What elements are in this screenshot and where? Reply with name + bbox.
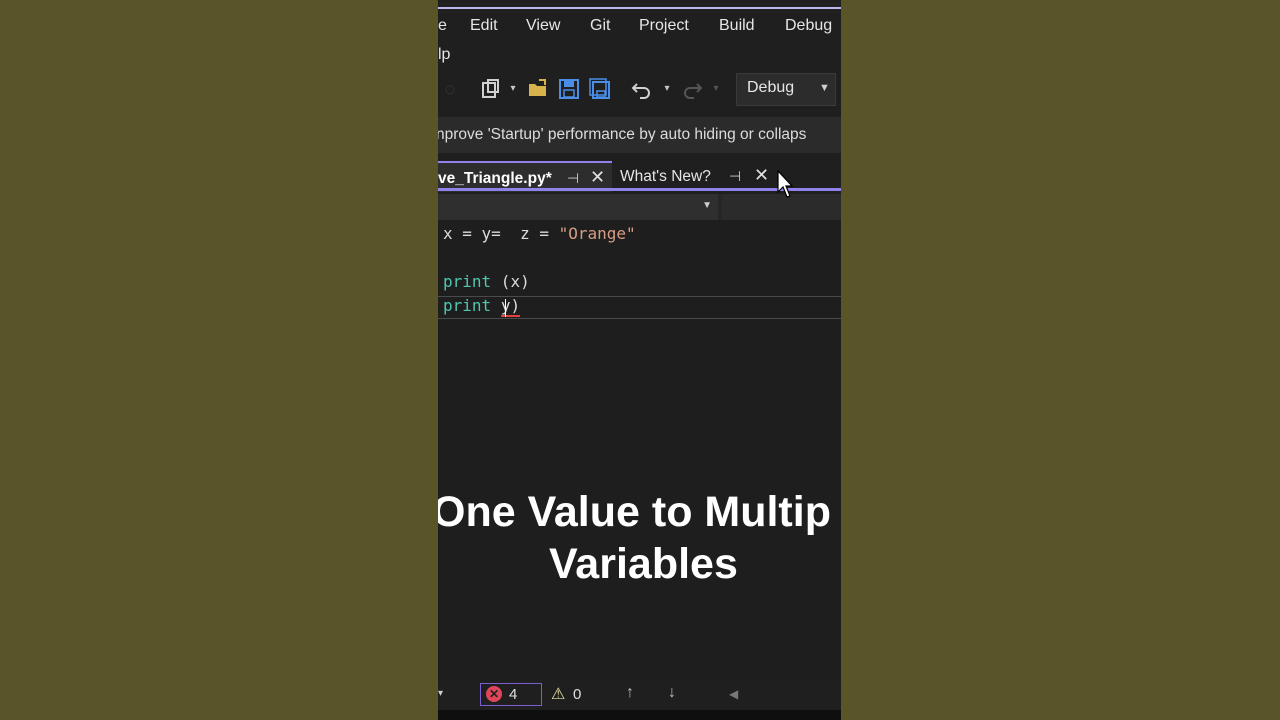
- error-count: 4: [509, 686, 518, 703]
- tab-whats-new[interactable]: What's New? ⊣ ✕: [612, 161, 772, 191]
- arrow-down-icon[interactable]: ↓: [668, 684, 676, 702]
- mouse-pointer-icon: [777, 169, 794, 205]
- error-count-button[interactable]: ✕ 4: [480, 683, 542, 706]
- nav-back-icon[interactable]: ◌: [440, 78, 460, 100]
- code-line-3: print y): [443, 294, 521, 318]
- chevron-down-icon: ▼: [819, 82, 830, 94]
- video-caption: One Value to Multip Variables: [438, 486, 841, 596]
- tab-label: ve_Triangle.py*: [438, 170, 552, 187]
- configuration-label: Debug: [747, 79, 795, 96]
- code-text: x = y= z =: [443, 224, 559, 243]
- warning-icon[interactable]: ⚠: [551, 684, 565, 704]
- code-line-2: print (x): [443, 270, 530, 294]
- new-project-dropdown-icon[interactable]: ▾: [508, 78, 518, 100]
- menu-build[interactable]: Build: [719, 17, 755, 35]
- text-caret: [505, 299, 506, 317]
- pin-icon[interactable]: ⊣: [567, 170, 579, 187]
- save-all-icon[interactable]: [589, 78, 611, 100]
- menu-git[interactable]: Git: [590, 17, 610, 35]
- redo-icon[interactable]: [681, 78, 703, 100]
- menu-view[interactable]: View: [526, 17, 560, 35]
- open-folder-icon[interactable]: [527, 78, 549, 100]
- code-editor[interactable]: x = y= z = "Orange" print (x) print y): [438, 220, 841, 680]
- save-icon[interactable]: [558, 78, 580, 100]
- chevron-down-icon: ▼: [702, 200, 712, 211]
- keyword: print: [443, 272, 492, 291]
- undo-icon[interactable]: [631, 78, 653, 100]
- info-bar-message: nprove 'Startup' performance by auto hid…: [438, 126, 807, 143]
- status-bar: ▾ ✕ 4 ⚠ 0 ↑ ↓ ◀: [438, 680, 841, 710]
- menu-project[interactable]: Project: [639, 17, 689, 35]
- keyword: print: [443, 296, 492, 315]
- close-icon[interactable]: ✕: [590, 167, 605, 188]
- menu-debug[interactable]: Debug: [785, 17, 832, 35]
- arrow-up-icon[interactable]: ↑: [626, 684, 634, 702]
- error-icon: ✕: [486, 686, 502, 702]
- scroll-left-icon[interactable]: ◀: [729, 687, 738, 701]
- status-dropdown-icon[interactable]: ▾: [438, 688, 443, 699]
- status-bar-bottom-edge: [438, 710, 841, 720]
- menu-file[interactable]: e: [438, 17, 447, 35]
- info-bar: nprove 'Startup' performance by auto hid…: [438, 117, 841, 153]
- redo-dropdown-icon[interactable]: ▾: [711, 78, 721, 100]
- new-project-icon[interactable]: [480, 78, 502, 100]
- pin-icon[interactable]: ⊣: [729, 168, 741, 185]
- warning-count: 0: [573, 686, 582, 703]
- scope-dropdown[interactable]: ▼: [438, 194, 718, 220]
- tab-label: What's New?: [620, 168, 711, 185]
- code-line-1: x = y= z = "Orange": [443, 222, 636, 246]
- solution-configuration-dropdown[interactable]: Debug ▼: [736, 73, 836, 106]
- menu-help[interactable]: lp: [438, 46, 450, 64]
- error-squiggle-text: y): [500, 296, 521, 317]
- undo-dropdown-icon[interactable]: ▾: [662, 78, 672, 100]
- menu-edit[interactable]: Edit: [470, 17, 498, 35]
- string-literal: "Orange": [558, 224, 636, 243]
- close-icon[interactable]: ✕: [754, 165, 769, 186]
- code-text: (x): [491, 272, 530, 291]
- caption-line-2: Variables: [549, 540, 738, 588]
- caption-line-1: One Value to Multip: [438, 488, 831, 536]
- menu-top-accent: [438, 0, 841, 10]
